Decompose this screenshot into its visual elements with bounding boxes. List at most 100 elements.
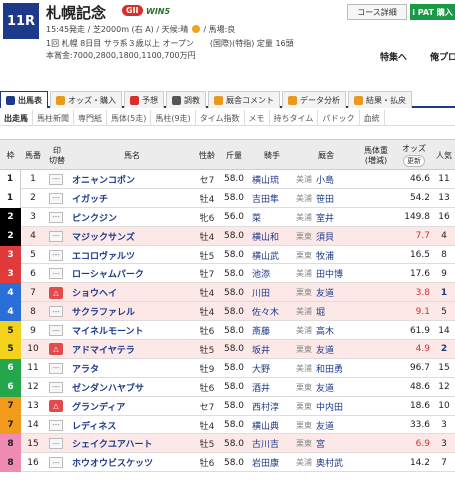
mark-selector[interactable]: ---: [47, 227, 65, 246]
col-name[interactable]: 馬名: [72, 140, 192, 171]
empty-mark-icon[interactable]: ---: [49, 173, 63, 185]
empty-mark-icon[interactable]: ---: [49, 306, 63, 318]
subtab-1[interactable]: 馬柱新聞: [33, 110, 74, 126]
tab-2[interactable]: 予想: [124, 91, 164, 108]
mark-selector[interactable]: ---: [47, 378, 65, 397]
col-odds[interactable]: オッズ 更新: [396, 140, 432, 171]
subtab-3[interactable]: 馬体(5走): [107, 110, 152, 126]
mark-selector[interactable]: ---: [47, 321, 65, 340]
trainer-link[interactable]: 室井: [316, 211, 334, 224]
trainer-link[interactable]: 堀: [316, 305, 325, 318]
trainer-link[interactable]: 中内田: [316, 400, 343, 413]
col-body-weight[interactable]: 馬体重 (増減): [356, 140, 396, 171]
empty-mark-icon[interactable]: ---: [49, 211, 63, 223]
jockey-link[interactable]: 斎藤: [252, 321, 300, 340]
empty-mark-icon[interactable]: ---: [49, 325, 63, 337]
horse-name-link[interactable]: アドマイヤテラ: [72, 340, 192, 359]
col-weight[interactable]: 斤量: [220, 140, 248, 171]
jockey-link[interactable]: 佐々木: [252, 302, 300, 321]
horse-name-link[interactable]: ローシャムパーク: [72, 264, 192, 283]
subtab-7[interactable]: 持ちタイム: [270, 110, 319, 126]
horse-name-link[interactable]: ピンクジン: [72, 208, 192, 227]
horse-name-link[interactable]: サクラファレル: [72, 302, 192, 321]
jockey-link[interactable]: 西村淳: [252, 397, 300, 416]
col-sex[interactable]: 性齢: [196, 140, 218, 171]
jockey-link[interactable]: 横山琉: [252, 170, 300, 189]
trainer-link[interactable]: 和田勇: [316, 362, 343, 375]
subtab-6[interactable]: メモ: [245, 110, 270, 126]
subtab-2[interactable]: 専門紙: [74, 110, 107, 126]
trainer-link[interactable]: 小島: [316, 173, 334, 186]
horse-name-link[interactable]: ショウヘイ: [72, 283, 192, 302]
mark-selector[interactable]: ---: [47, 170, 65, 189]
tab-4[interactable]: 厩舎コメント: [208, 91, 280, 108]
horse-name-link[interactable]: マイネルモーント: [72, 321, 192, 340]
mark-selector[interactable]: ---: [47, 416, 65, 435]
horse-name-link[interactable]: エコロヴァルツ: [72, 246, 192, 265]
horse-name-link[interactable]: ホウオウビスケッツ: [72, 453, 192, 472]
trainer-link[interactable]: 友道: [316, 419, 334, 432]
empty-mark-icon[interactable]: ---: [49, 381, 63, 393]
subtab-0[interactable]: 出走馬: [0, 110, 33, 126]
jockey-link[interactable]: 酒井: [252, 378, 300, 397]
odds-refresh-button[interactable]: 更新: [403, 155, 425, 167]
horse-name-link[interactable]: ゼンダンハヤブサ: [72, 378, 192, 397]
subtab-4[interactable]: 馬柱(9走): [151, 110, 196, 126]
empty-mark-icon[interactable]: ---: [49, 362, 63, 374]
tab-5[interactable]: データ分析: [282, 91, 346, 108]
jockey-link[interactable]: 横山典: [252, 416, 300, 435]
mark-selector[interactable]: ---: [47, 359, 65, 378]
empty-mark-icon[interactable]: ---: [49, 268, 63, 280]
jockey-link[interactable]: 古川吉: [252, 434, 300, 453]
mark-selector[interactable]: ---: [47, 208, 65, 227]
horse-name-link[interactable]: レディネス: [72, 416, 192, 435]
priority-mark-icon[interactable]: △: [49, 400, 63, 413]
course-detail-button[interactable]: コース詳細: [347, 4, 407, 20]
jockey-link[interactable]: 池添: [252, 264, 300, 283]
mark-selector[interactable]: ---: [47, 302, 65, 321]
mark-selector[interactable]: △: [47, 340, 65, 359]
trainer-link[interactable]: 高木: [316, 324, 334, 337]
tab-3[interactable]: 調教: [166, 91, 206, 108]
empty-mark-icon[interactable]: ---: [49, 192, 63, 204]
trainer-link[interactable]: 田中博: [316, 267, 343, 280]
mark-selector[interactable]: ---: [47, 453, 65, 472]
jockey-link[interactable]: 吉田隼: [252, 189, 300, 208]
empty-mark-icon[interactable]: ---: [49, 249, 63, 261]
jockey-link[interactable]: 岩田康: [252, 453, 300, 472]
mark-selector[interactable]: ---: [47, 246, 65, 265]
horse-name-link[interactable]: シェイクユアハート: [72, 434, 192, 453]
horse-name-link[interactable]: アラタ: [72, 359, 192, 378]
trainer-link[interactable]: 笹田: [316, 192, 334, 205]
col-mark[interactable]: 印 切替: [44, 140, 70, 171]
priority-mark-icon[interactable]: △: [49, 343, 63, 356]
mark-selector[interactable]: ---: [47, 189, 65, 208]
empty-mark-icon[interactable]: ---: [49, 438, 63, 450]
mark-selector[interactable]: △: [47, 283, 65, 302]
ore-pro-link[interactable]: 俺プロ: [430, 50, 455, 63]
col-stable[interactable]: 厩舎: [296, 140, 356, 171]
trainer-link[interactable]: 須貝: [316, 230, 334, 243]
col-popularity[interactable]: 人気: [433, 140, 455, 171]
col-mark-toggle[interactable]: 切替: [49, 156, 65, 166]
mark-selector[interactable]: ---: [47, 264, 65, 283]
trainer-link[interactable]: 友道: [316, 286, 334, 299]
horse-name-link[interactable]: オニャンコポン: [72, 170, 192, 189]
jockey-link[interactable]: 川田: [252, 283, 300, 302]
empty-mark-icon[interactable]: ---: [49, 419, 63, 431]
subtab-8[interactable]: パドック: [318, 110, 360, 126]
empty-mark-icon[interactable]: ---: [49, 457, 63, 469]
trainer-link[interactable]: 友道: [316, 343, 334, 356]
subtab-9[interactable]: 血統: [360, 110, 385, 126]
jockey-link[interactable]: 大野: [252, 359, 300, 378]
mark-selector[interactable]: ---: [47, 434, 65, 453]
jockey-link[interactable]: 菜: [252, 208, 300, 227]
feature-link[interactable]: 特集へ: [380, 50, 407, 63]
jockey-link[interactable]: 横山武: [252, 246, 300, 265]
horse-name-link[interactable]: イガッチ: [72, 189, 192, 208]
tab-6[interactable]: 結果・払戻: [348, 91, 412, 108]
horse-name-link[interactable]: グランディア: [72, 397, 192, 416]
tab-1[interactable]: オッズ・購入: [50, 91, 122, 108]
trainer-link[interactable]: 牧浦: [316, 249, 334, 262]
horse-name-link[interactable]: マジックサンズ: [72, 227, 192, 246]
